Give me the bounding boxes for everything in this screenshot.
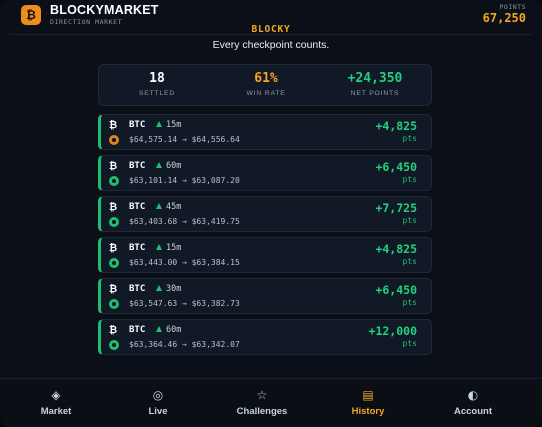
status-dot-icon: [109, 340, 119, 350]
stat-value: 61%: [254, 71, 278, 86]
bitcoin-icon: ₿: [109, 161, 118, 172]
price-range: $63,364.46 → $63,342.07: [129, 340, 240, 349]
bitcoin-icon: ₿: [109, 284, 118, 295]
points-earned: +4,825: [375, 242, 417, 256]
up-arrow-icon: [156, 285, 162, 291]
asset-symbol: BTC: [129, 120, 146, 130]
history-row[interactable]: ₿ BTC 30m $63,547.63 → $63,382.73 +6,450…: [98, 278, 432, 314]
star-icon: ☆: [256, 388, 268, 402]
status-dot-icon: [109, 258, 119, 268]
bitcoin-icon: ₿: [109, 120, 118, 131]
nav-label: History: [351, 406, 385, 417]
stat-label: SETTLED: [138, 90, 176, 97]
asset-symbol: BTC: [129, 243, 146, 253]
up-arrow-icon: [156, 162, 162, 168]
market-diamond-icon: ◈: [51, 388, 61, 402]
nav-label: Live: [148, 406, 168, 417]
asset-symbol: BTC: [129, 325, 146, 335]
points-unit: pts: [402, 175, 417, 184]
price-range: $63,101.14 → $63,087.20: [129, 176, 240, 185]
stat-win-rate: 61% WIN RATE: [216, 71, 316, 97]
stat-value: +24,350: [347, 71, 403, 86]
up-arrow-icon: [156, 326, 162, 332]
interval: 60m: [166, 325, 182, 335]
asset-symbol: BTC: [129, 284, 146, 294]
points-earned: +4,825: [375, 119, 417, 133]
history-receipt-icon: ▤: [362, 388, 374, 402]
points-unit: pts: [402, 257, 417, 266]
brand: BLOCKYMARKET DIRECTION MARKET: [50, 3, 159, 27]
bitcoin-icon: ₿: [109, 243, 118, 254]
points-balance: POINTS 67,250: [483, 3, 526, 26]
history-row[interactable]: ₿ BTC 15m $63,443.00 → $63,384.15 +4,825…: [98, 237, 432, 273]
stat-net-points: +24,350 NET POINTS: [325, 71, 425, 97]
live-broadcast-icon: ◎: [152, 388, 164, 402]
nav-label: Account: [454, 406, 492, 417]
interval: 30m: [166, 284, 182, 294]
bitcoin-icon: ₿: [109, 202, 118, 213]
history-row[interactable]: ₿ BTC 45m $63,403.68 → $63,419.75 +7,725…: [98, 196, 432, 232]
price-range: $63,403.68 → $63,419.75: [129, 217, 240, 226]
stat-value: 18: [149, 71, 165, 86]
price-range: $63,547.63 → $63,382.73: [129, 299, 240, 308]
points-unit: pts: [402, 134, 417, 143]
interval: 45m: [166, 202, 182, 212]
status-dot-icon: [109, 176, 119, 186]
interval: 15m: [166, 243, 182, 253]
nav-item-history[interactable]: ▤ History: [316, 379, 420, 427]
tagline: Every checkpoint counts.: [212, 39, 330, 51]
points-earned: +7,725: [375, 201, 417, 215]
points-label: POINTS: [499, 3, 526, 11]
price-range: $63,443.00 → $63,384.15: [129, 258, 240, 267]
brand-name: BLOCKYMARKET: [50, 3, 159, 17]
stats-card: 18 SETTLED 61% WIN RATE +24,350 NET POIN…: [98, 64, 432, 106]
nav-item-challenges[interactable]: ☆ Challenges: [210, 379, 314, 427]
nav-label: Challenges: [236, 406, 288, 417]
bottom-nav: ◈ Market ◎ Live ☆ Challenges ▤ History ◐…: [0, 378, 542, 427]
up-arrow-icon: [156, 121, 162, 127]
history-row[interactable]: ₿ BTC 60m $63,101.14 → $63,087.20 +6,450…: [98, 155, 432, 191]
up-arrow-icon: [156, 203, 162, 209]
history-row[interactable]: ₿ BTC 15m $64,575.14 → $64,556.64 +4,825…: [98, 114, 432, 150]
account-half-circle-icon: ◐: [467, 388, 479, 402]
price-range: $64,575.14 → $64,556.64: [129, 135, 240, 144]
status-dot-icon: [109, 135, 119, 145]
interval: 60m: [166, 161, 182, 171]
status-dot-icon: [109, 217, 119, 227]
asset-symbol: BTC: [129, 202, 146, 212]
app-window: ₿ BLOCKYMARKET DIRECTION MARKET POINTS 6…: [0, 0, 542, 427]
stat-label: NET POINTS: [350, 90, 400, 97]
points-unit: pts: [402, 339, 417, 348]
points-earned: +12,000: [368, 324, 417, 338]
asset-symbol: BTC: [129, 161, 146, 171]
points-earned: +6,450: [375, 160, 417, 174]
points-unit: pts: [402, 216, 417, 225]
nav-label: Market: [40, 406, 72, 417]
player-name: BLOCKY: [251, 24, 291, 35]
stat-label: WIN RATE: [246, 90, 286, 97]
bitcoin-icon: ₿: [109, 325, 118, 336]
stat-settled: 18 SETTLED: [107, 71, 207, 97]
nav-item-account[interactable]: ◐ Account: [421, 379, 525, 427]
history-row[interactable]: ₿ BTC 60m $63,364.46 → $63,342.07 +12,00…: [98, 319, 432, 355]
points-earned: +6,450: [375, 283, 417, 297]
interval: 15m: [166, 120, 182, 130]
points-unit: pts: [402, 298, 417, 307]
nav-item-live[interactable]: ◎ Live: [106, 379, 210, 427]
status-dot-icon: [109, 299, 119, 309]
nav-item-market[interactable]: ◈ Market: [4, 379, 108, 427]
bitcoin-logo-icon[interactable]: ₿: [21, 5, 41, 25]
up-arrow-icon: [156, 244, 162, 250]
